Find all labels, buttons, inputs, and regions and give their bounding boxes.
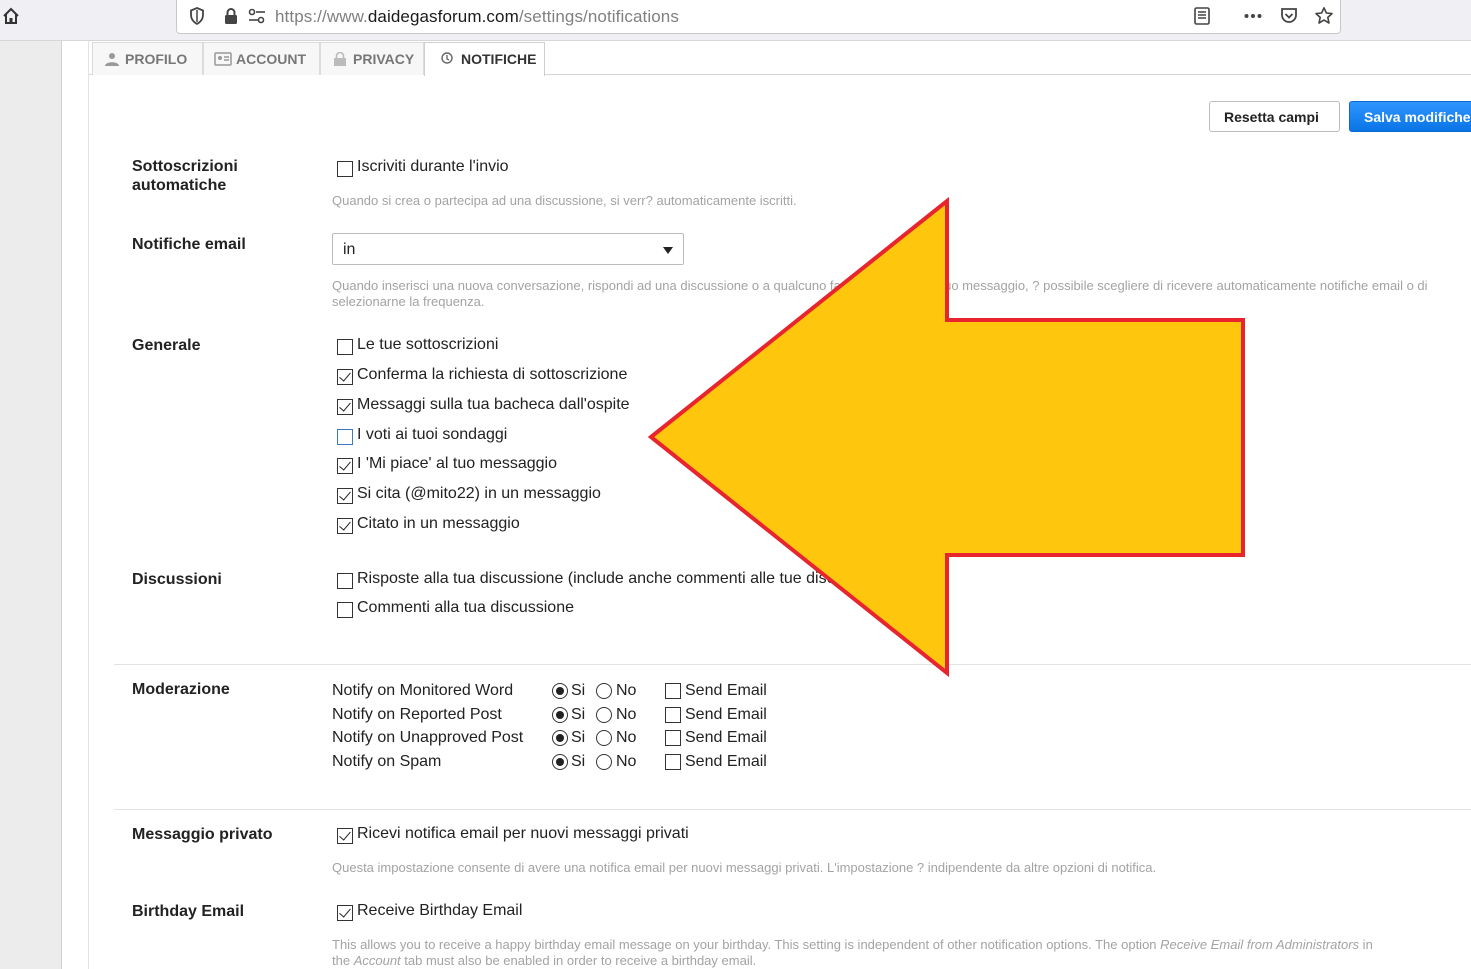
save-changes-button[interactable]: Salva modifiche — [1349, 101, 1471, 132]
section-divider — [114, 664, 1471, 665]
general-option-checkbox[interactable] — [337, 399, 353, 415]
private-message-email-label: Ricevi notifica email per nuovi messaggi… — [357, 825, 689, 842]
moderation-row-label: Notify on Spam — [332, 753, 442, 770]
discussion-option-label: Commenti alla tua discussione — [357, 599, 574, 616]
home-icon[interactable] — [2, 7, 20, 25]
moderation-send-email-label: Send Email — [685, 753, 767, 770]
annotation-arrow — [647, 196, 1245, 678]
birthday-email-label: Birthday Email — [132, 903, 245, 920]
browser-toolbar: https://www.daidegasforum.com/settings/n… — [0, 0, 1471, 41]
general-option-label: I voti ai tuoi sondaggi — [357, 426, 508, 443]
moderation-row-label: Notify on Reported Post — [332, 706, 502, 723]
general-option-checkbox[interactable] — [337, 458, 353, 474]
user-icon — [105, 53, 119, 66]
url-text[interactable]: https://www.daidegasforum.com/settings/n… — [275, 7, 679, 27]
moderation-send-email-label: Send Email — [685, 706, 767, 723]
moderation-send-email-checkbox[interactable] — [665, 754, 681, 770]
shield-icon[interactable] — [187, 6, 207, 26]
birthday-email-hint: This allows you to receive a happy birth… — [332, 937, 1373, 968]
moderation-yes-radio[interactable] — [552, 683, 568, 699]
general-label: Generale — [132, 337, 201, 354]
moderation-yes-label: Si — [571, 729, 586, 746]
chevron-down-icon — [663, 247, 673, 254]
email-notifications-hint: Quando inserisci una nuova conversazione… — [332, 278, 1428, 309]
moderation-send-email-checkbox[interactable] — [665, 730, 681, 746]
more-options-icon[interactable] — [1243, 6, 1263, 26]
permissions-icon[interactable] — [247, 6, 267, 26]
birthday-email-checkbox-label: Receive Birthday Email — [357, 902, 523, 919]
moderation-yes-label: Si — [571, 706, 586, 723]
general-option-label: Citato in un messaggio — [357, 515, 520, 532]
tab-notifiche[interactable]: NOTIFICHE — [424, 42, 545, 76]
moderation-send-email-label: Send Email — [685, 729, 767, 746]
general-option-label: Messaggi sulla tua bacheca dall'ospite — [357, 396, 630, 413]
moderation-no-label: No — [616, 729, 637, 746]
moderation-send-email-label: Send Email — [685, 682, 767, 699]
lock-icon — [334, 52, 346, 66]
id-card-icon — [214, 52, 232, 66]
general-option-checkbox[interactable] — [337, 369, 353, 385]
moderation-no-label: No — [616, 753, 637, 770]
discussions-label: Discussioni — [132, 571, 222, 588]
moderation-yes-radio[interactable] — [552, 707, 568, 723]
moderation-no-radio[interactable] — [596, 683, 612, 699]
page-root: https://www.daidegasforum.com/settings/n… — [0, 0, 1471, 969]
settings-tabs: PROFILO ACCOUNT PRIVACY NOTIFICHE — [89, 41, 1471, 76]
discussion-option-label: Risposte alla tua discussione (include a… — [357, 570, 890, 587]
discussion-option-checkbox[interactable] — [337, 573, 353, 589]
bell-icon — [441, 52, 453, 64]
private-message-hint: Questa impostazione consente di avere un… — [332, 860, 1157, 875]
moderation-label: Moderazione — [132, 681, 230, 698]
lock-icon[interactable] — [221, 6, 241, 26]
general-option-label: Conferma la richiesta di sottoscrizione — [357, 366, 628, 383]
moderation-no-label: No — [616, 706, 637, 723]
pocket-icon[interactable] — [1279, 6, 1299, 26]
moderation-no-radio[interactable] — [596, 754, 612, 770]
moderation-yes-label: Si — [571, 682, 586, 699]
subscribe-on-post-label: Iscriviti durante l'invio — [357, 158, 509, 175]
general-option-checkbox[interactable] — [337, 429, 353, 445]
moderation-send-email-checkbox[interactable] — [665, 707, 681, 723]
general-option-label: I 'Mi piace' al tuo messaggio — [357, 455, 557, 472]
bookmark-star-icon[interactable] — [1314, 6, 1334, 26]
general-option-label: Si cita (@mito22) in un messaggio — [357, 485, 601, 502]
tab-privacy[interactable]: PRIVACY — [320, 42, 424, 75]
email-frequency-select[interactable]: in — [332, 233, 684, 265]
general-option-label: Le tue sottoscrizioni — [357, 336, 499, 353]
general-option-checkbox[interactable] — [337, 488, 353, 504]
tab-account[interactable]: ACCOUNT — [203, 42, 320, 75]
email-notifications-label: Notifiche email — [132, 236, 246, 253]
private-message-label: Messaggio privato — [132, 826, 273, 843]
address-bar[interactable]: https://www.daidegasforum.com/settings/n… — [176, 0, 1341, 34]
birthday-email-checkbox[interactable] — [337, 905, 353, 921]
tab-profilo[interactable]: PROFILO — [92, 42, 203, 75]
section-divider — [114, 809, 1471, 810]
moderation-yes-radio[interactable] — [552, 730, 568, 746]
reset-fields-button[interactable]: Resetta campi — [1209, 101, 1340, 132]
general-option-checkbox[interactable] — [337, 518, 353, 534]
moderation-row-label: Notify on Unapproved Post — [332, 729, 524, 746]
moderation-row-label: Notify on Monitored Word — [332, 682, 514, 699]
subscribe-on-post-checkbox[interactable] — [337, 161, 353, 177]
content-left-border — [62, 41, 89, 969]
moderation-no-radio[interactable] — [596, 730, 612, 746]
private-message-email-checkbox[interactable] — [337, 828, 353, 844]
email-frequency-value: in — [343, 241, 356, 258]
discussion-option-checkbox[interactable] — [337, 602, 353, 618]
general-option-checkbox[interactable] — [337, 339, 353, 355]
auto-subscriptions-hint: Quando si crea o partecipa ad una discus… — [332, 193, 797, 208]
moderation-yes-radio[interactable] — [552, 754, 568, 770]
moderation-no-radio[interactable] — [596, 707, 612, 723]
auto-subscriptions-label: Sottoscrizioni automatiche — [132, 158, 238, 194]
moderation-no-label: No — [616, 682, 637, 699]
moderation-yes-label: Si — [571, 753, 586, 770]
page-side-margin — [0, 41, 62, 969]
reader-view-icon[interactable] — [1192, 6, 1212, 26]
moderation-send-email-checkbox[interactable] — [665, 683, 681, 699]
